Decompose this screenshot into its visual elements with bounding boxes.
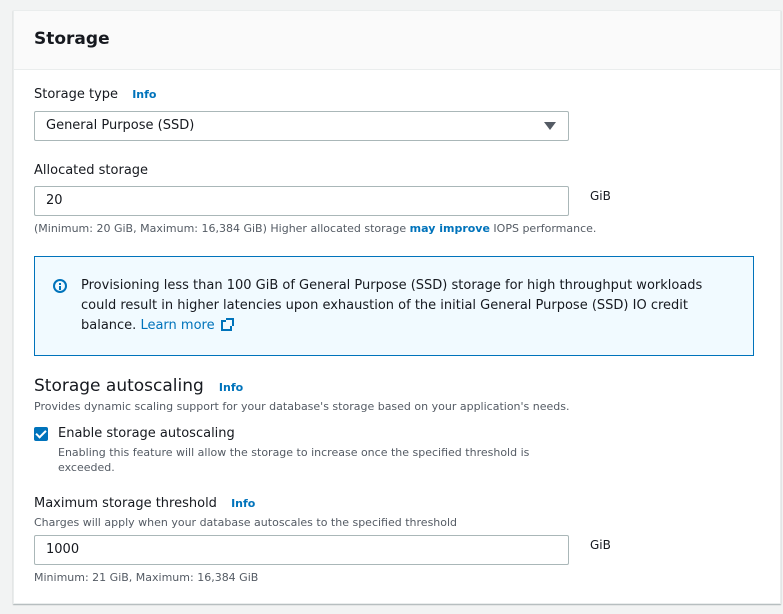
threshold-input[interactable]: 1000 xyxy=(34,535,569,565)
allocated-storage-hint: (Minimum: 20 GiB, Maximum: 16,384 GiB) H… xyxy=(34,222,596,235)
panel-header: Storage xyxy=(14,11,780,70)
allocated-storage-label: Allocated storage xyxy=(34,163,149,178)
threshold-info-link[interactable]: Info xyxy=(231,497,255,510)
threshold-hint: Minimum: 21 GiB, Maximum: 16,384 GiB xyxy=(34,571,259,584)
autoscaling-heading-row: Storage autoscaling Info xyxy=(34,376,243,396)
storage-type-info-link[interactable]: Info xyxy=(132,88,156,101)
allocated-storage-input[interactable]: 20 xyxy=(34,186,569,216)
alert-text-block: Provisioning less than 100 GiB of Genera… xyxy=(81,276,741,336)
may-improve-link[interactable]: may improve xyxy=(410,222,490,235)
allocated-storage-hint-tail: IOPS performance. xyxy=(489,222,597,235)
learn-more-link[interactable]: Learn more xyxy=(140,318,214,333)
threshold-unit: GiB xyxy=(590,538,611,552)
storage-type-select[interactable]: General Purpose (SSD) xyxy=(34,111,569,141)
threshold-value: 1000 xyxy=(46,542,80,557)
autoscaling-info-link[interactable]: Info xyxy=(219,381,243,394)
caret-down-icon xyxy=(544,122,556,130)
info-alert: Provisioning less than 100 GiB of Genera… xyxy=(34,256,754,356)
panel-title: Storage xyxy=(34,29,110,49)
storage-panel: Storage Storage type Info General Purpos… xyxy=(13,10,781,604)
enable-autoscaling-label[interactable]: Enable storage autoscaling xyxy=(58,426,235,441)
autoscaling-title: Storage autoscaling xyxy=(34,376,204,396)
external-link-icon[interactable] xyxy=(220,318,234,331)
threshold-label-row: Maximum storage threshold Info xyxy=(34,496,255,511)
allocated-storage-hint-text: (Minimum: 20 GiB, Maximum: 16,384 GiB) H… xyxy=(34,222,410,235)
threshold-label: Maximum storage threshold xyxy=(34,496,217,511)
allocated-storage-unit: GiB xyxy=(590,189,611,203)
storage-type-value: General Purpose (SSD) xyxy=(46,118,195,133)
allocated-storage-value: 20 xyxy=(46,193,63,208)
storage-type-label: Storage type xyxy=(34,87,119,102)
autoscaling-description: Provides dynamic scaling support for you… xyxy=(34,400,570,413)
enable-autoscaling-checkbox[interactable] xyxy=(34,427,48,441)
info-circle-icon xyxy=(53,279,67,293)
storage-type-label-row: Storage type Info xyxy=(34,87,156,102)
threshold-description: Charges will apply when your database au… xyxy=(34,516,458,529)
enable-autoscaling-hint: Enabling this feature will allow the sto… xyxy=(58,446,530,474)
